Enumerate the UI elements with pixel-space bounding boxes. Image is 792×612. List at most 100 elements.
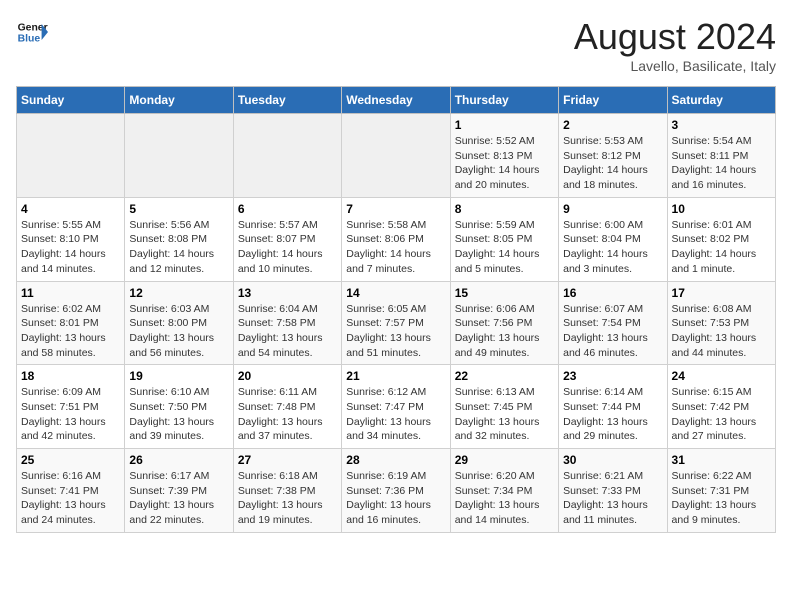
day-header-friday: Friday bbox=[559, 87, 667, 114]
date-number: 29 bbox=[455, 453, 554, 467]
cell-info: Sunrise: 5:53 AM Sunset: 8:12 PM Dayligh… bbox=[563, 134, 662, 193]
calendar-cell: 14 Sunrise: 6:05 AM Sunset: 7:57 PM Dayli… bbox=[342, 281, 450, 365]
cell-info: Sunrise: 6:04 AM Sunset: 7:58 PM Dayligh… bbox=[238, 302, 337, 361]
date-number: 14 bbox=[346, 286, 445, 300]
calendar-cell bbox=[233, 114, 341, 198]
date-number: 1 bbox=[455, 118, 554, 132]
date-number: 10 bbox=[672, 202, 771, 216]
cell-info: Sunrise: 6:22 AM Sunset: 7:31 PM Dayligh… bbox=[672, 469, 771, 528]
cell-info: Sunrise: 5:59 AM Sunset: 8:05 PM Dayligh… bbox=[455, 218, 554, 277]
calendar-cell: 19Sunrise: 6:10 AM Sunset: 7:50 PM Dayli… bbox=[125, 365, 233, 449]
date-number: 15 bbox=[455, 286, 554, 300]
day-header-tuesday: Tuesday bbox=[233, 87, 341, 114]
cell-info: Sunrise: 6:17 AM Sunset: 7:39 PM Dayligh… bbox=[129, 469, 228, 528]
date-number: 25 bbox=[21, 453, 120, 467]
day-header-saturday: Saturday bbox=[667, 87, 775, 114]
cell-info: Sunrise: 6:13 AM Sunset: 7:45 PM Dayligh… bbox=[455, 385, 554, 444]
date-number: 30 bbox=[563, 453, 662, 467]
date-number: 6 bbox=[238, 202, 337, 216]
cell-info: Sunrise: 6:20 AM Sunset: 7:34 PM Dayligh… bbox=[455, 469, 554, 528]
calendar-cell: 16 Sunrise: 6:07 AM Sunset: 7:54 PM Dayli… bbox=[559, 281, 667, 365]
day-header-monday: Monday bbox=[125, 87, 233, 114]
date-number: 20 bbox=[238, 369, 337, 383]
date-number: 18 bbox=[21, 369, 120, 383]
cell-info: Sunrise: 6:06 AM Sunset: 7:56 PM Dayligh… bbox=[455, 302, 554, 361]
calendar-cell: 13 Sunrise: 6:04 AM Sunset: 7:58 PM Dayli… bbox=[233, 281, 341, 365]
cell-info: Sunrise: 5:54 AM Sunset: 8:11 PM Dayligh… bbox=[672, 134, 771, 193]
date-number: 31 bbox=[672, 453, 771, 467]
cell-info: Sunrise: 6:19 AM Sunset: 7:36 PM Dayligh… bbox=[346, 469, 445, 528]
day-header-thursday: Thursday bbox=[450, 87, 558, 114]
cell-info: Sunrise: 5:52 AM Sunset: 8:13 PM Dayligh… bbox=[455, 134, 554, 193]
date-number: 13 bbox=[238, 286, 337, 300]
calendar-cell: 8 Sunrise: 5:59 AM Sunset: 8:05 PM Daylig… bbox=[450, 197, 558, 281]
calendar-cell: 15 Sunrise: 6:06 AM Sunset: 7:56 PM Dayli… bbox=[450, 281, 558, 365]
cell-info: Sunrise: 6:10 AM Sunset: 7:50 PM Dayligh… bbox=[129, 385, 228, 444]
calendar-cell: 21 Sunrise: 6:12 AM Sunset: 7:47 PM Dayli… bbox=[342, 365, 450, 449]
calendar-cell: 28 Sunrise: 6:19 AM Sunset: 7:36 PM Dayli… bbox=[342, 449, 450, 533]
calendar-cell: 27Sunrise: 6:18 AM Sunset: 7:38 PM Dayli… bbox=[233, 449, 341, 533]
cell-info: Sunrise: 6:01 AM Sunset: 8:02 PM Dayligh… bbox=[672, 218, 771, 277]
calendar-cell: 26 Sunrise: 6:17 AM Sunset: 7:39 PM Dayli… bbox=[125, 449, 233, 533]
date-number: 28 bbox=[346, 453, 445, 467]
calendar-cell: 24Sunrise: 6:15 AM Sunset: 7:42 PM Dayli… bbox=[667, 365, 775, 449]
calendar-cell: 11 Sunrise: 6:02 AM Sunset: 8:01 PM Dayli… bbox=[17, 281, 125, 365]
date-number: 26 bbox=[129, 453, 228, 467]
cell-info: Sunrise: 6:02 AM Sunset: 8:01 PM Dayligh… bbox=[21, 302, 120, 361]
calendar-cell: 31 Sunrise: 6:22 AM Sunset: 7:31 PM Dayli… bbox=[667, 449, 775, 533]
date-number: 8 bbox=[455, 202, 554, 216]
day-header-wednesday: Wednesday bbox=[342, 87, 450, 114]
calendar-cell bbox=[17, 114, 125, 198]
date-number: 22 bbox=[455, 369, 554, 383]
date-number: 11 bbox=[21, 286, 120, 300]
cell-info: Sunrise: 5:56 AM Sunset: 8:08 PM Dayligh… bbox=[129, 218, 228, 277]
cell-info: Sunrise: 6:08 AM Sunset: 7:53 PM Dayligh… bbox=[672, 302, 771, 361]
calendar-cell: 10 Sunrise: 6:01 AM Sunset: 8:02 PM Dayli… bbox=[667, 197, 775, 281]
calendar-cell: 5 Sunrise: 5:56 AM Sunset: 8:08 PM Daylig… bbox=[125, 197, 233, 281]
date-number: 17 bbox=[672, 286, 771, 300]
calendar-cell: 1 Sunrise: 5:52 AM Sunset: 8:13 PM Daylig… bbox=[450, 114, 558, 198]
location: Lavello, Basilicate, Italy bbox=[574, 58, 776, 74]
calendar-cell: 29 Sunrise: 6:20 AM Sunset: 7:34 PM Dayli… bbox=[450, 449, 558, 533]
date-number: 12 bbox=[129, 286, 228, 300]
cell-info: Sunrise: 5:57 AM Sunset: 8:07 PM Dayligh… bbox=[238, 218, 337, 277]
cell-info: Sunrise: 6:09 AM Sunset: 7:51 PM Dayligh… bbox=[21, 385, 120, 444]
cell-info: Sunrise: 6:07 AM Sunset: 7:54 PM Dayligh… bbox=[563, 302, 662, 361]
cell-info: Sunrise: 6:05 AM Sunset: 7:57 PM Dayligh… bbox=[346, 302, 445, 361]
cell-info: Sunrise: 5:58 AM Sunset: 8:06 PM Dayligh… bbox=[346, 218, 445, 277]
calendar-cell bbox=[342, 114, 450, 198]
date-number: 7 bbox=[346, 202, 445, 216]
date-number: 4 bbox=[21, 202, 120, 216]
calendar-cell: 7 Sunrise: 5:58 AM Sunset: 8:06 PM Daylig… bbox=[342, 197, 450, 281]
calendar-cell: 23Sunrise: 6:14 AM Sunset: 7:44 PM Dayli… bbox=[559, 365, 667, 449]
cell-info: Sunrise: 6:21 AM Sunset: 7:33 PM Dayligh… bbox=[563, 469, 662, 528]
date-number: 24 bbox=[672, 369, 771, 383]
calendar-cell: 22 Sunrise: 6:13 AM Sunset: 7:45 PM Dayli… bbox=[450, 365, 558, 449]
calendar-cell: 18 Sunrise: 6:09 AM Sunset: 7:51 PM Dayli… bbox=[17, 365, 125, 449]
cell-info: Sunrise: 6:16 AM Sunset: 7:41 PM Dayligh… bbox=[21, 469, 120, 528]
calendar-cell: 4 Sunrise: 5:55 AM Sunset: 8:10 PM Daylig… bbox=[17, 197, 125, 281]
calendar-cell: 17 Sunrise: 6:08 AM Sunset: 7:53 PM Dayli… bbox=[667, 281, 775, 365]
date-number: 5 bbox=[129, 202, 228, 216]
date-number: 23 bbox=[563, 369, 662, 383]
day-header-sunday: Sunday bbox=[17, 87, 125, 114]
date-number: 21 bbox=[346, 369, 445, 383]
calendar-cell: 25 Sunrise: 6:16 AM Sunset: 7:41 PM Dayli… bbox=[17, 449, 125, 533]
calendar-cell: 20 Sunrise: 6:11 AM Sunset: 7:48 PM Dayli… bbox=[233, 365, 341, 449]
header: General Blue August 2024 Lavello, Basili… bbox=[16, 16, 776, 74]
calendar-cell: 2 Sunrise: 5:53 AM Sunset: 8:12 PM Daylig… bbox=[559, 114, 667, 198]
logo-icon: General Blue bbox=[16, 16, 48, 48]
cell-info: Sunrise: 6:00 AM Sunset: 8:04 PM Dayligh… bbox=[563, 218, 662, 277]
title-block: August 2024 Lavello, Basilicate, Italy bbox=[574, 16, 776, 74]
date-number: 16 bbox=[563, 286, 662, 300]
date-number: 3 bbox=[672, 118, 771, 132]
logo: General Blue bbox=[16, 16, 48, 48]
svg-text:Blue: Blue bbox=[18, 34, 41, 45]
cell-info: Sunrise: 6:12 AM Sunset: 7:47 PM Dayligh… bbox=[346, 385, 445, 444]
calendar-cell bbox=[125, 114, 233, 198]
date-number: 27 bbox=[238, 453, 337, 467]
cell-info: Sunrise: 6:11 AM Sunset: 7:48 PM Dayligh… bbox=[238, 385, 337, 444]
cell-info: Sunrise: 5:55 AM Sunset: 8:10 PM Dayligh… bbox=[21, 218, 120, 277]
calendar-table: SundayMondayTuesdayWednesdayThursdayFrid… bbox=[16, 86, 776, 533]
date-number: 2 bbox=[563, 118, 662, 132]
